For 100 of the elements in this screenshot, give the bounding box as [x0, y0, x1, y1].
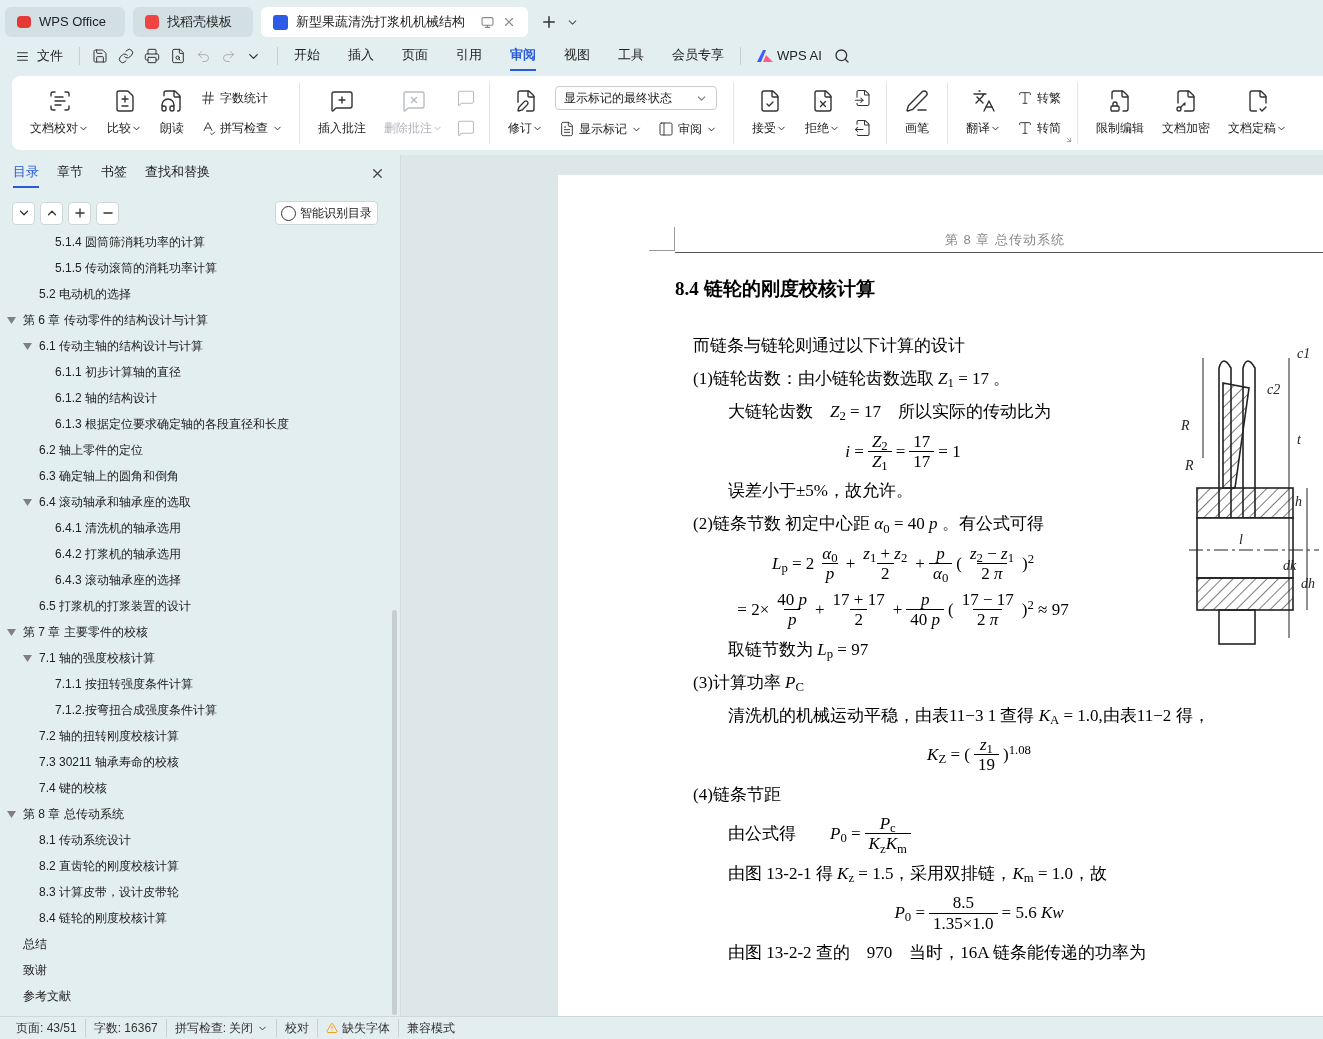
expand-triangle-icon[interactable] [7, 628, 17, 636]
smart-toc-button[interactable]: 智能识别目录 [275, 201, 378, 225]
fraction: p 40 p [906, 589, 945, 630]
ribbon-button[interactable]: 文档加密 [1156, 85, 1216, 141]
window-tab[interactable]: WPS Office [5, 7, 125, 37]
link-icon[interactable] [118, 48, 134, 64]
ribbon-button[interactable]: 插入批注 [312, 85, 372, 141]
expand-button[interactable] [40, 201, 63, 225]
print-preview-icon[interactable] [170, 48, 186, 64]
ribbon-button[interactable]: 限制编辑 [1090, 85, 1150, 141]
toc-item[interactable]: 7.3 30211 轴承寿命的校核 [39, 753, 179, 771]
status-item[interactable]: 兼容模式 [407, 1019, 456, 1037]
toc-item[interactable]: 6.2 轴上零件的定位 [39, 441, 143, 459]
ribbon-button[interactable]: 接受 [746, 85, 793, 141]
toc-item[interactable]: 7.4 键的校核 [39, 779, 107, 797]
expand-triangle-icon[interactable] [23, 342, 33, 350]
paragraph: (1)链轮齿数：由小链轮齿数选取 Z$_{1}$ = 17 。 [692, 368, 1012, 393]
ribbon-tab[interactable]: 插入 [348, 41, 374, 71]
ribbon-tab[interactable]: 页面 [402, 41, 428, 71]
ribbon-button[interactable]: 朗读 [154, 85, 190, 141]
paragraph: (3)计算功率 P$_{C}$ [692, 671, 805, 696]
new-tab-icon[interactable] [540, 13, 558, 31]
status-item[interactable]: 校对 [285, 1019, 310, 1037]
sidebar-tab[interactable]: 书签 [101, 158, 127, 188]
expand-triangle-icon[interactable] [7, 316, 17, 324]
expand-triangle-icon[interactable] [7, 810, 17, 818]
sidebar-tab[interactable]: 章节 [57, 158, 83, 188]
expand-triangle-icon[interactable] [23, 654, 33, 662]
toc-item[interactable]: 6.1.2 轴的结构设计 [55, 389, 158, 407]
scrollbar[interactable] [392, 610, 397, 1015]
ribbon-button[interactable]: 翻译 [960, 85, 1007, 141]
toc-item[interactable]: 第 6 章 传动零件的结构设计与计算 [23, 311, 208, 329]
status-item[interactable]: 缺失字体 [342, 1019, 391, 1037]
sidebar-tab[interactable]: 查找和替换 [145, 158, 210, 188]
collapse-button[interactable] [12, 201, 35, 225]
ribbon-button[interactable]: 文档定稿 [1222, 85, 1293, 141]
ribbon-tab[interactable]: 审阅 [510, 41, 536, 71]
ribbon-tab[interactable]: 工具 [618, 41, 644, 71]
window-tab[interactable]: 找稻壳模板 [133, 7, 253, 37]
ribbon-button[interactable]: 审阅 [654, 118, 721, 140]
toc-item[interactable]: 总结 [23, 935, 47, 953]
status-item[interactable]: 拼写检查: 关闭 [174, 1019, 254, 1037]
print-icon[interactable] [144, 48, 160, 64]
toc-item[interactable]: 7.1 轴的强度校核计算 [39, 649, 155, 667]
toc-item[interactable]: 5.1.5 传动滚筒的消耗功率计算 [55, 259, 218, 277]
toc-item[interactable]: 8.4 链轮的刚度校核计算 [39, 909, 167, 927]
save-icon[interactable] [92, 48, 108, 64]
file-menu[interactable]: 文件 [37, 46, 63, 66]
menu-icon[interactable] [16, 49, 29, 63]
toc-item[interactable]: 6.1 传动主轴的结构设计与计算 [39, 337, 203, 355]
toc-item[interactable]: 第 8 章 总传动系统 [23, 805, 124, 823]
toc-item[interactable]: 致谢 [23, 961, 47, 979]
ribbon-button[interactable]: 转简 [1013, 117, 1065, 139]
toc-item[interactable]: 6.5 打浆机的打浆装置的设计 [39, 597, 191, 615]
monitor-icon[interactable] [481, 15, 494, 29]
toc-item[interactable]: 8.3 计算皮带，设计皮带轮 [39, 883, 179, 901]
add-level-button[interactable] [68, 201, 91, 225]
sidebar-tab[interactable]: 目录 [13, 158, 39, 188]
toc-item[interactable]: 6.3 确定轴上的圆角和倒角 [39, 467, 179, 485]
ai-logo-icon [757, 50, 773, 62]
ribbon-button[interactable]: 转繁 [1013, 87, 1065, 109]
toc-item[interactable]: 6.1.1 初步计算轴的直径 [55, 363, 182, 381]
ribbon-button[interactable]: 画笔 [899, 85, 935, 141]
search-icon[interactable] [833, 48, 850, 64]
toc-item[interactable]: 6.4.2 打浆机的轴承选用 [55, 545, 182, 563]
toc-item[interactable]: 6.4.1 清洗机的轴承选用 [55, 519, 182, 537]
toc-item[interactable]: 5.1.4 圆筒筛消耗功率的计算 [55, 233, 206, 251]
toc-item[interactable]: 7.2 轴的扭转刚度校核计算 [39, 727, 179, 745]
toc-item[interactable]: 6.4.3 滚动轴承座的选择 [55, 571, 182, 589]
ribbon-tab[interactable]: 引用 [456, 41, 482, 71]
toc-item[interactable]: 8.2 直齿轮的刚度校核计算 [39, 857, 179, 875]
toc-item[interactable]: 6.1.3 根据定位要求确定轴的各段直径和长度 [55, 415, 290, 433]
launcher-icon[interactable] [1065, 136, 1073, 144]
ribbon-button[interactable]: 拼写检查 [196, 117, 287, 139]
paragraph: 由公式得 P$_{0}$ = P$_{c}$ K$_{z}$K$_{m}$ [675, 810, 1323, 857]
paragraph: 由图 13-2-2 查的 970 当时，16A 链条能传递的功率为 [727, 941, 1147, 964]
ai-button[interactable]: WPS AI [777, 46, 822, 66]
toc-item[interactable]: 7.1.1 按扭转强度条件计算 [55, 675, 194, 693]
ribbon-tab[interactable]: 会员专享 [672, 41, 724, 71]
toc-item[interactable]: 5.2 电动机的选择 [39, 285, 131, 303]
ribbon-tab[interactable]: 开始 [294, 41, 320, 71]
status-item[interactable]: 字数: 16367 [93, 1019, 158, 1037]
expand-triangle-icon[interactable] [23, 498, 33, 506]
toc-item[interactable]: 6.4 滚动轴承和轴承座的选取 [39, 493, 191, 511]
status-item[interactable]: 页面: 43/51 [16, 1019, 77, 1037]
toc-item[interactable]: 8.1 传动系统设计 [39, 831, 131, 849]
close-icon[interactable] [502, 15, 516, 29]
ribbon-button[interactable]: 字数统计 [196, 87, 287, 109]
toc-item[interactable]: 参考文献 [23, 987, 71, 1005]
window-tab[interactable]: 新型果蔬清洗打浆机机械结构 [261, 7, 528, 37]
ribbon-button[interactable]: 修订 [502, 85, 549, 141]
markup-dropdown[interactable]: 显示标记的最终状态 [555, 86, 717, 110]
ribbon-button[interactable]: 文档校对 [24, 85, 95, 141]
ribbon-button[interactable]: 拒绝 [799, 85, 846, 141]
ribbon-button[interactable]: 比较 [101, 85, 148, 141]
ribbon-tab[interactable]: 视图 [564, 41, 590, 71]
toc-item[interactable]: 第 7 章 主要零件的校核 [23, 623, 148, 641]
remove-level-button[interactable] [96, 201, 119, 225]
ribbon-button[interactable]: 显示标记 [555, 118, 646, 140]
toc-item[interactable]: 7.1.2.按弯扭合成强度条件计算 [55, 701, 218, 719]
